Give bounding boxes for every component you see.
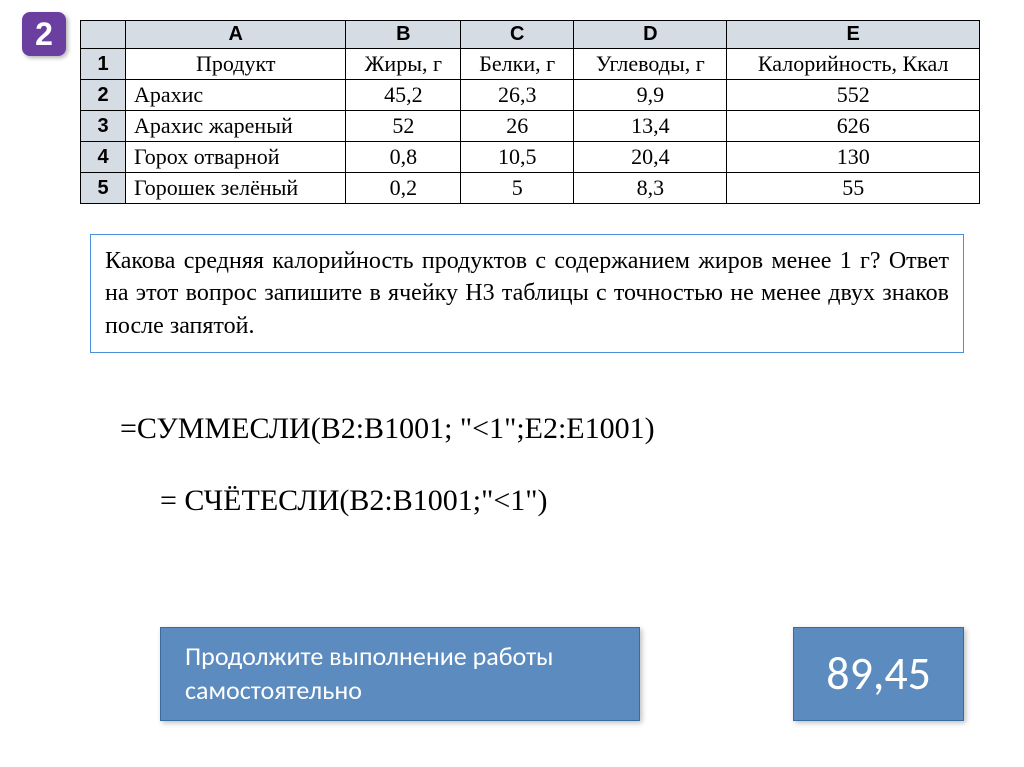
column-headers-row: A B C D E [81, 21, 980, 49]
cell: 26 [461, 111, 574, 142]
bottom-row: Продолжите выполнение работы самостоятел… [30, 627, 994, 721]
cell: Жиры, г [346, 49, 461, 80]
formulas-block: =СУММЕСЛИ(B2:B1001; "<1";E2:E1001) = СЧЁ… [120, 393, 994, 537]
row-num: 2 [81, 80, 126, 111]
question-text: Какова средняя калорийность продуктов с … [90, 234, 964, 353]
spreadsheet-table: A B C D E 1 Продукт Жиры, г Белки, г Угл… [80, 20, 980, 204]
row-num: 3 [81, 111, 126, 142]
cell: 8,3 [574, 173, 727, 204]
cell: 55 [727, 173, 980, 204]
cell: 20,4 [574, 142, 727, 173]
cell: 52 [346, 111, 461, 142]
cell: Горох отварной [126, 142, 346, 173]
col-c: C [461, 21, 574, 49]
cell: 0,8 [346, 142, 461, 173]
formula-sumif: =СУММЕСЛИ(B2:B1001; "<1";E2:E1001) [120, 393, 994, 465]
cell: 5 [461, 173, 574, 204]
cell: 10,5 [461, 142, 574, 173]
cell: 552 [727, 80, 980, 111]
task-number-badge: 2 [22, 12, 66, 56]
answer-value: 89,45 [793, 627, 964, 721]
cell: 130 [727, 142, 980, 173]
table-row: 5 Горошек зелёный 0,2 5 8,3 55 [81, 173, 980, 204]
table-row: 3 Арахис жареный 52 26 13,4 626 [81, 111, 980, 142]
cell: 0,2 [346, 173, 461, 204]
col-e: E [727, 21, 980, 49]
cell: Арахис [126, 80, 346, 111]
table-row: 2 Арахис 45,2 26,3 9,9 552 [81, 80, 980, 111]
cell: 13,4 [574, 111, 727, 142]
col-b: B [346, 21, 461, 49]
row-num: 5 [81, 173, 126, 204]
cell: Углеводы, г [574, 49, 727, 80]
cell: 626 [727, 111, 980, 142]
cell: Белки, г [461, 49, 574, 80]
continue-instruction: Продолжите выполнение работы самостоятел… [160, 627, 640, 721]
row-num: 4 [81, 142, 126, 173]
col-d: D [574, 21, 727, 49]
table-row: 1 Продукт Жиры, г Белки, г Углеводы, г К… [81, 49, 980, 80]
row-num: 1 [81, 49, 126, 80]
cell: Горошек зелёный [126, 173, 346, 204]
col-a: A [126, 21, 346, 49]
cell: 45,2 [346, 80, 461, 111]
spreadsheet-table-wrap: A B C D E 1 Продукт Жиры, г Белки, г Угл… [80, 20, 980, 204]
cell: 9,9 [574, 80, 727, 111]
cell: Арахис жареный [126, 111, 346, 142]
corner-cell [81, 21, 126, 49]
cell: Продукт [126, 49, 346, 80]
table-row: 4 Горох отварной 0,8 10,5 20,4 130 [81, 142, 980, 173]
formula-countif: = СЧЁТЕСЛИ(B2:B1001;"<1") [160, 465, 994, 537]
cell: Калорийность, Ккал [727, 49, 980, 80]
cell: 26,3 [461, 80, 574, 111]
